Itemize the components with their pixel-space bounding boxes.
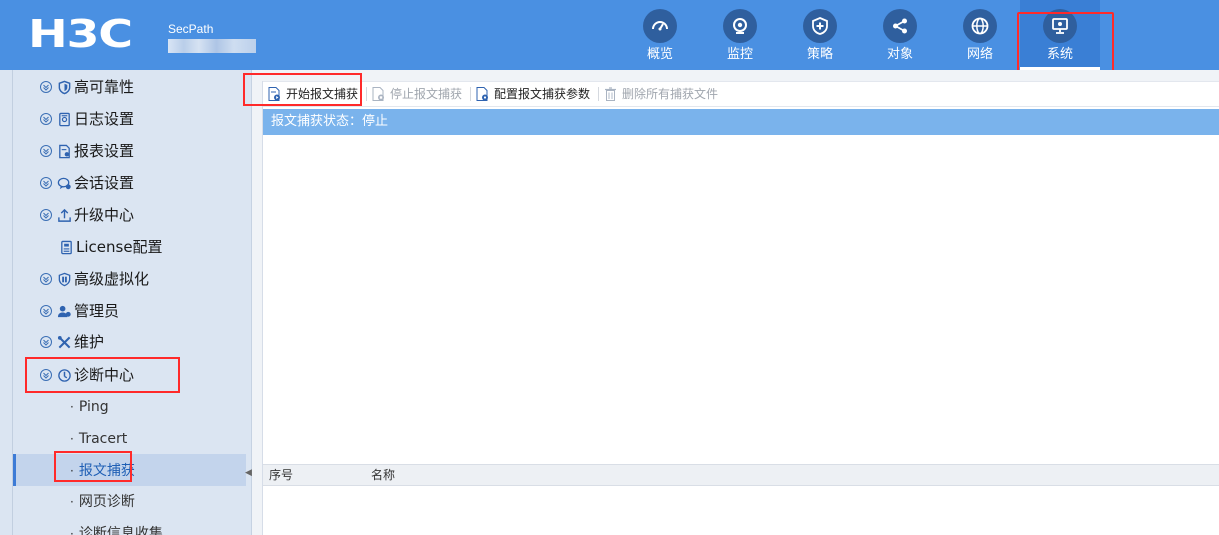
column-header-name[interactable]: 名称 (371, 468, 395, 482)
expand-icon[interactable] (40, 209, 52, 221)
nav-policy-label: 策略 (806, 47, 833, 62)
content-panel: 开始报文捕获 停止报文捕获 配置报文捕获参数 删除所有捕获文件 报文捕获状态：停… (262, 81, 1219, 535)
capture-status-text: 报文捕获状态：停止 (271, 114, 389, 129)
highlight-box-diagnosis (25, 357, 180, 393)
sub-item-label: Ping (78, 399, 109, 415)
sidebar-item-upgrade-center[interactable]: 升级中心 (40, 204, 134, 226)
main-content: 开始报文捕获 停止报文捕获 配置报文捕获参数 删除所有捕获文件 报文捕获状态：停… (252, 70, 1219, 535)
column-header-index[interactable]: 序号 (269, 468, 293, 482)
sidebar-item-session-settings[interactable]: 会话设置 (40, 172, 134, 194)
expand-icon[interactable] (40, 305, 52, 317)
capture-status-bar: 报文捕获状态：停止 (263, 109, 1219, 135)
expand-icon[interactable] (40, 81, 52, 93)
sub-item-web-diagnosis[interactable]: · 网页诊断 (70, 491, 135, 513)
nav-network-label: 网络 (966, 47, 993, 62)
sidebar-item-label: 维护 (74, 333, 105, 351)
camera-icon (723, 9, 757, 43)
bullet-dot: · (70, 432, 74, 446)
sidebar-item-high-availability[interactable]: 高可靠性 (40, 76, 134, 98)
nav-overview[interactable]: 概览 (620, 0, 700, 70)
sidebar-item-label: 会话设置 (74, 174, 135, 192)
nav-policy[interactable]: 策略 (780, 0, 860, 70)
config-capture-params-label: 配置报文捕获参数 (494, 87, 591, 101)
highlight-box-start-capture (243, 73, 362, 106)
document-stop-icon (372, 87, 385, 101)
sub-item-tracert[interactable]: · Tracert (70, 428, 127, 450)
bullet-dot: · (70, 527, 74, 535)
virtualization-icon (56, 271, 72, 287)
delete-all-files-button[interactable]: 删除所有捕获文件 (601, 83, 724, 105)
sidebar-collapse-handle[interactable]: ◀ (245, 462, 252, 484)
sidebar-item-label: 日志设置 (74, 110, 135, 128)
logo-text: H3C (28, 12, 133, 56)
toolbar-divider (470, 87, 472, 101)
product-name: SecPath (168, 22, 214, 36)
bullet-dot: · (70, 495, 74, 509)
sidebar-item-admin[interactable]: 管理员 (40, 300, 119, 322)
config-capture-params-button[interactable]: 配置报文捕获参数 (473, 83, 596, 105)
tools-icon (56, 334, 72, 350)
sidebar-item-label: 高级虚拟化 (74, 270, 150, 288)
nav-object[interactable]: 对象 (860, 0, 940, 70)
sidebar-item-label: 高可靠性 (74, 78, 135, 96)
delete-all-files-label: 删除所有捕获文件 (622, 87, 719, 101)
document-gear-icon (476, 87, 489, 101)
expand-icon[interactable] (40, 336, 52, 348)
sub-item-label: 网页诊断 (78, 494, 135, 510)
expand-icon[interactable] (40, 177, 52, 189)
toolbar-divider (598, 87, 600, 101)
trash-icon (605, 87, 617, 101)
globe-icon (963, 9, 997, 43)
sub-item-label: Tracert (78, 431, 128, 447)
nav-network[interactable]: 网络 (940, 0, 1020, 70)
nav-object-label: 对象 (886, 47, 913, 62)
sub-item-ping[interactable]: · Ping (70, 396, 109, 418)
upload-icon (56, 207, 72, 223)
stop-capture-button[interactable]: 停止报文捕获 (369, 83, 468, 105)
sidebar-item-report-settings[interactable]: 报表设置 (40, 140, 134, 162)
highlight-box-packet-capture (54, 451, 132, 482)
expand-icon[interactable] (40, 145, 52, 157)
log-icon (56, 111, 72, 127)
sidebar-item-log-settings[interactable]: 日志设置 (40, 108, 134, 130)
license-icon (58, 239, 74, 255)
bullet-dot: · (70, 400, 74, 414)
sidebar-item-label: 升级中心 (74, 206, 135, 224)
sidebar-item-label: License配置 (76, 238, 163, 256)
stop-capture-label: 停止报文捕获 (390, 87, 463, 101)
toolbar-divider (366, 87, 368, 101)
sidebar-item-label: 报表设置 (74, 142, 135, 160)
sidebar-item-virtualization[interactable]: 高级虚拟化 (40, 268, 149, 290)
sidebar-item-maintenance[interactable]: 维护 (40, 331, 104, 353)
speedometer-icon (643, 9, 677, 43)
table-header: 序号 名称 (263, 464, 1219, 486)
shield-icon (56, 79, 72, 95)
highlight-box-system (1017, 12, 1114, 74)
sidebar-item-license[interactable]: License配置 (58, 236, 163, 258)
nav-monitor[interactable]: 监控 (700, 0, 780, 70)
model-name-redacted (168, 39, 256, 53)
app-window: H3C SecPath 概览 监控 策略 对象 网络 系统 高可靠性 日志设置 … (0, 0, 1219, 535)
chat-icon (56, 175, 72, 191)
sidebar-item-label: 管理员 (74, 302, 120, 320)
share-icon (883, 9, 917, 43)
toolbar: 开始报文捕获 停止报文捕获 配置报文捕获参数 删除所有捕获文件 (263, 81, 1219, 107)
report-icon (56, 143, 72, 159)
nav-monitor-label: 监控 (726, 47, 753, 62)
logo: H3C (28, 14, 133, 54)
expand-icon[interactable] (40, 273, 52, 285)
sub-item-diag-info-collect[interactable]: · 诊断信息收集 (70, 523, 163, 535)
expand-icon[interactable] (40, 113, 52, 125)
nav-overview-label: 概览 (646, 47, 673, 62)
users-icon (56, 303, 72, 319)
sub-item-label: 诊断信息收集 (78, 526, 163, 535)
shield-plus-icon (803, 9, 837, 43)
